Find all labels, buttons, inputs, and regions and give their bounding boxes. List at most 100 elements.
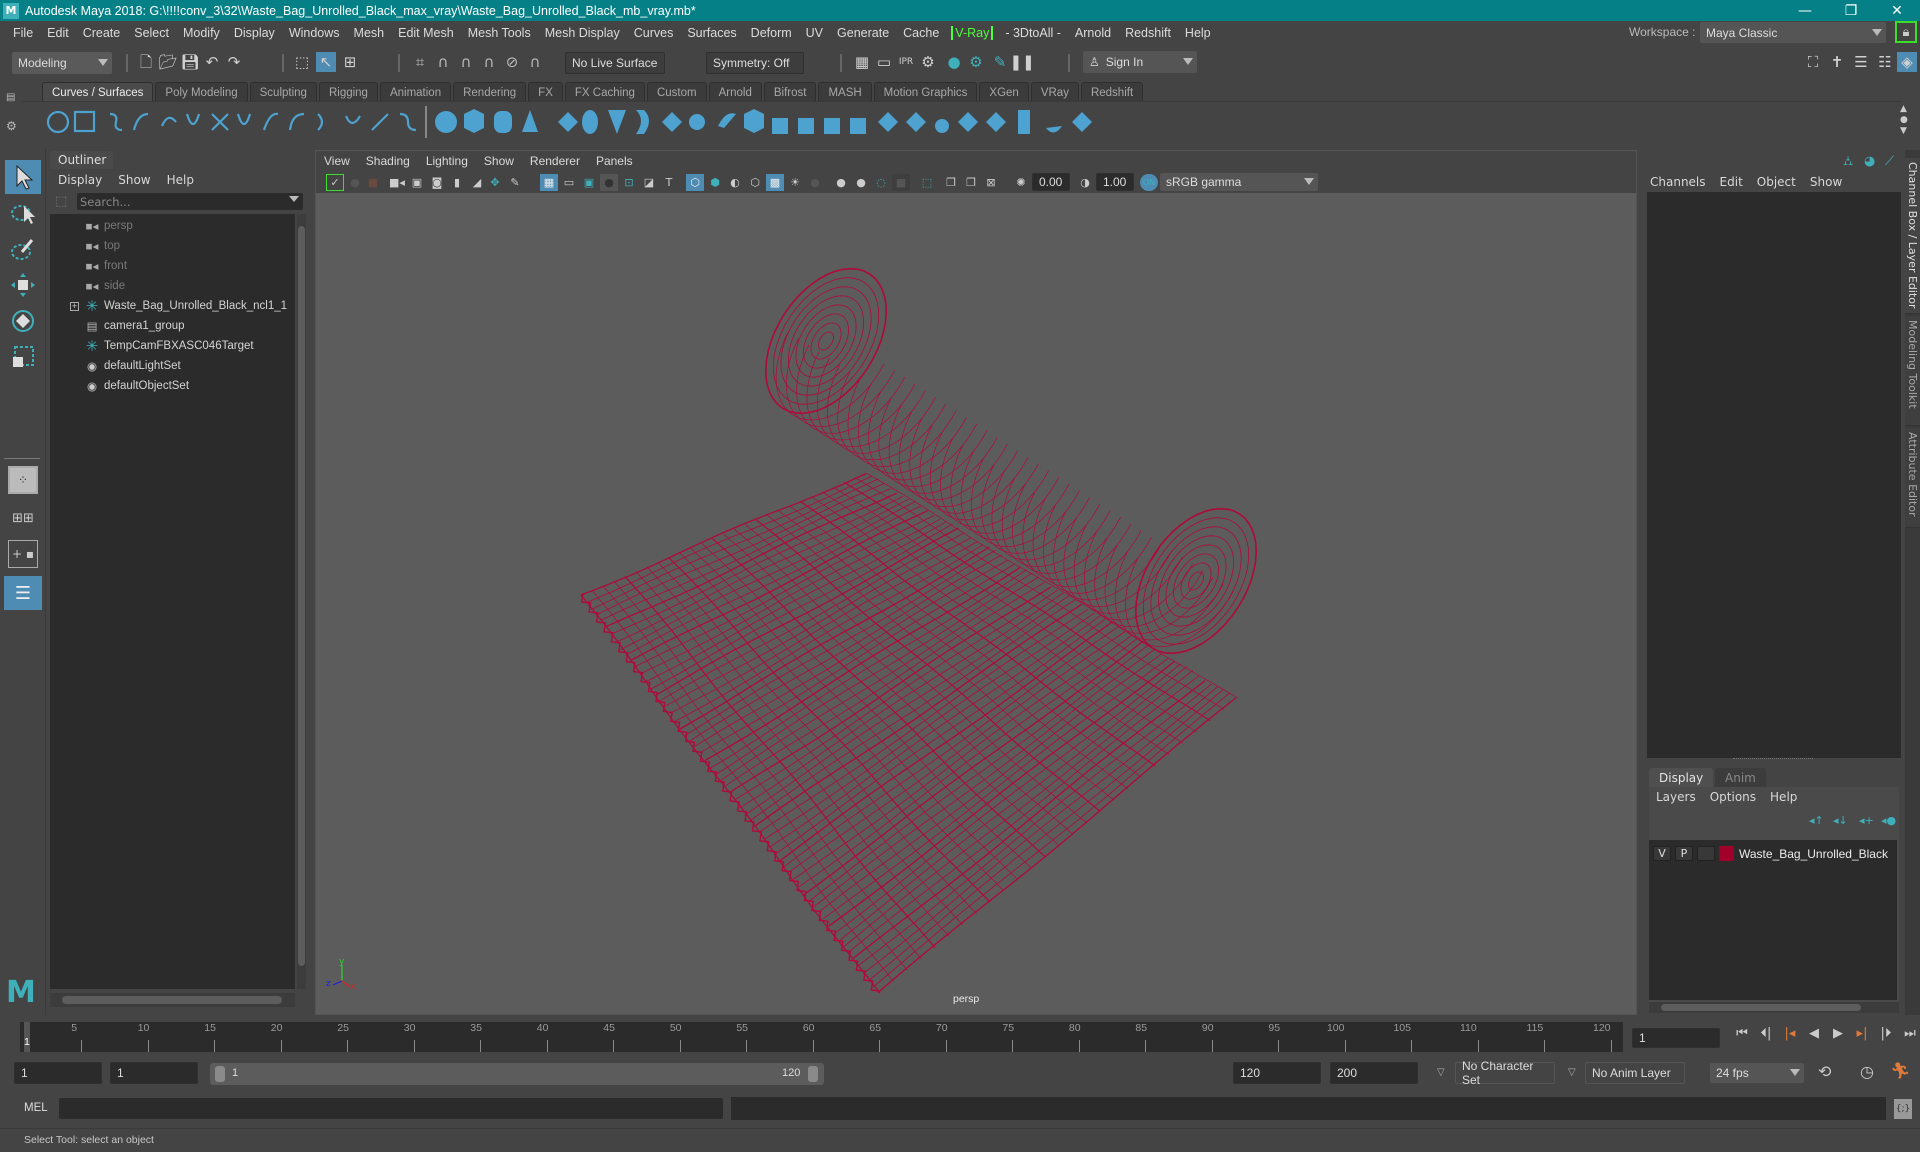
menu-create[interactable]: Create — [76, 26, 128, 40]
snap-curve-icon[interactable]: ∩ — [433, 52, 453, 72]
outliner-tab[interactable]: Outliner — [50, 151, 113, 169]
layer-name[interactable]: Waste_Bag_Unrolled_Black — [1739, 847, 1888, 861]
lock-icon[interactable]: 🔒︎ — [1895, 21, 1917, 43]
character-set-field[interactable]: No Character Set — [1455, 1059, 1555, 1087]
channel-menu-channels[interactable]: Channels — [1643, 175, 1713, 189]
vray-toggle-icon[interactable]: ✓ — [326, 174, 344, 191]
shelf-tab-arnold[interactable]: Arnold — [708, 82, 762, 102]
outliner-item-top[interactable]: ■◂ top — [50, 236, 290, 256]
live-surface-field[interactable]: No Live Surface — [565, 52, 665, 74]
menu-deform[interactable]: Deform — [744, 26, 799, 40]
menu-mesh-display[interactable]: Mesh Display — [538, 26, 627, 40]
minimize-button[interactable]: — — [1782, 0, 1828, 21]
time-slider[interactable]: 5 10 15 20 25 30 35 40 45 50 55 60 65 70 75 80 85 90 95 100… — [20, 1022, 1623, 1052]
channel-box-icon[interactable]: ◈ — [1897, 52, 1917, 72]
menu-vray[interactable]: V-Ray — [951, 25, 994, 40]
hypershade-icon[interactable]: ● — [944, 52, 964, 72]
shelf-tab-vray[interactable]: VRay — [1030, 82, 1079, 102]
pause-viewport-icon[interactable]: ❚❚ — [1009, 52, 1034, 72]
step-back-frame-icon[interactable]: |◂ — [1780, 1026, 1800, 1041]
layer-color-swatch[interactable] — [1719, 846, 1734, 861]
light-editor-icon[interactable]: ✎ — [990, 52, 1010, 72]
new-layer-selected-icon[interactable]: ◂● — [1881, 814, 1896, 827]
render-settings-icon[interactable]: ⚙ — [918, 52, 938, 72]
play-backward-icon[interactable]: ◀ — [1804, 1026, 1824, 1041]
menu-modify[interactable]: Modify — [176, 26, 227, 40]
viewport-menu-shading[interactable]: Shading — [358, 154, 418, 168]
expand-icon[interactable]: + — [70, 301, 79, 311]
script-editor-icon[interactable]: {;} — [1894, 1099, 1912, 1119]
snap-view-plane-icon[interactable]: ∩ — [479, 52, 499, 72]
attribute-editor-icon[interactable]: ☰ — [1851, 52, 1871, 72]
step-back-key-icon[interactable]: ⏴︎| — [1756, 1026, 1776, 1041]
layer-horizontal-scrollbar[interactable] — [1649, 1002, 1899, 1013]
paint-select-tool-icon[interactable] — [5, 232, 41, 266]
start-time-field[interactable]: 1 — [14, 1062, 102, 1084]
outliner-item-persp[interactable]: ■◂ persp — [50, 216, 290, 236]
modeling-toolkit-icon[interactable]: ⛶ — [1803, 52, 1823, 72]
select-tool-icon[interactable] — [5, 160, 41, 194]
layer-tab-display[interactable]: Display — [1649, 768, 1714, 787]
chevron-down-icon[interactable] — [289, 196, 299, 202]
two-d-pan-zoom-icon[interactable]: ✥ — [486, 174, 504, 191]
wireframe-on-shaded-icon[interactable]: ⬡ — [746, 174, 764, 191]
save-scene-icon[interactable]: 💾︎ — [180, 52, 200, 72]
shelf-tab-custom[interactable]: Custom — [646, 82, 707, 102]
animation-start-field[interactable]: 1 — [110, 1062, 198, 1084]
side-tab-modeling-toolkit[interactable]: Modeling Toolkit — [1905, 316, 1920, 426]
menu-arnold[interactable]: Arnold — [1068, 26, 1118, 40]
channel-speed-icon[interactable]: ◕ — [1864, 154, 1875, 169]
outliner-item-default-object-set[interactable]: ◉ defaultObjectSet — [50, 376, 290, 396]
safe-title-icon[interactable]: T — [660, 174, 678, 191]
color-management-toggle-icon[interactable]: ON — [1140, 174, 1158, 191]
menu-mesh-tools[interactable]: Mesh Tools — [461, 26, 538, 40]
shelf-tab-animation[interactable]: Animation — [379, 82, 452, 102]
field-chart-icon[interactable]: ⊡ — [620, 174, 638, 191]
channel-hyper-icon[interactable]: ⟋ — [1885, 154, 1894, 169]
select-camera-icon[interactable]: ■◂ — [388, 174, 406, 191]
gate-mask-icon[interactable]: ● — [600, 174, 618, 191]
close-button[interactable]: ✕ — [1874, 0, 1920, 21]
animation-preferences-icon[interactable]: 🏃︎ — [1890, 1061, 1910, 1080]
smooth-shade-icon[interactable]: ⬢ — [706, 174, 724, 191]
screen-space-ao-icon[interactable]: ● — [832, 174, 850, 191]
bookmark-icon[interactable]: ▮ — [448, 174, 466, 191]
menu-windows[interactable]: Windows — [282, 26, 347, 40]
end-time-field[interactable]: 120 — [1233, 1062, 1321, 1084]
menu-edit-mesh[interactable]: Edit Mesh — [391, 26, 461, 40]
manipulator-icon[interactable]: ⛼ — [1843, 154, 1853, 171]
sign-in-dropdown[interactable]: ♙ Sign In — [1083, 51, 1197, 73]
scrollbar-thumb[interactable] — [298, 226, 305, 966]
menu-display[interactable]: Display — [227, 26, 282, 40]
menu-redshift[interactable]: Redshift — [1118, 26, 1178, 40]
layer-display-type-toggle[interactable] — [1697, 846, 1715, 861]
menu-surfaces[interactable]: Surfaces — [680, 26, 743, 40]
shelf-tab-rigging[interactable]: Rigging — [318, 82, 378, 102]
xray-icon[interactable]: ▩ — [766, 174, 784, 191]
move-layer-down-icon[interactable]: ◂↓ — [1833, 814, 1848, 827]
image-plane-icon[interactable]: ◢ — [468, 174, 486, 191]
range-start-handle[interactable] — [215, 1066, 225, 1082]
exposure-icon[interactable]: ⊠ — [982, 174, 1000, 191]
tool-settings-icon[interactable]: ☷ — [1875, 52, 1895, 72]
outliner-search-input[interactable]: Search... — [77, 193, 303, 210]
shadows-icon[interactable]: ● — [806, 174, 824, 191]
range-slider[interactable]: 1 120 — [210, 1063, 824, 1085]
grease-pencil-icon[interactable]: ✎ — [506, 174, 524, 191]
outliner-item-camera1-group[interactable]: ▤ camera1_group — [50, 316, 290, 336]
film-gate-icon[interactable]: ▭ — [560, 174, 578, 191]
outliner-menu-display[interactable]: Display — [50, 173, 110, 187]
xray-joints-icon[interactable]: ❐ — [942, 174, 960, 191]
viewport-3d[interactable]: y x z persp — [316, 193, 1636, 1014]
outliner-item-waste-bag[interactable]: + ✳ Waste_Bag_Unrolled_Black_ncl1_1 — [50, 296, 290, 316]
shelf-menu-icon[interactable]: ▤ — [6, 92, 15, 103]
single-perspective-layout-icon[interactable]: ⁘ — [8, 466, 38, 494]
outliner-menu-help[interactable]: Help — [159, 173, 202, 187]
snap-live-icon[interactable]: ∩ — [525, 52, 545, 72]
motion-blur-icon[interactable]: ● — [852, 174, 870, 191]
four-view-layout-icon[interactable]: ⊞⊞ — [8, 504, 38, 532]
use-all-lights-icon[interactable]: ☀ — [786, 174, 804, 191]
select-component-icon[interactable]: ⊞ — [340, 52, 360, 72]
shelf-tab-sculpting[interactable]: Sculpting — [249, 82, 317, 102]
snap-grid-icon[interactable]: ⌗ — [410, 52, 430, 72]
